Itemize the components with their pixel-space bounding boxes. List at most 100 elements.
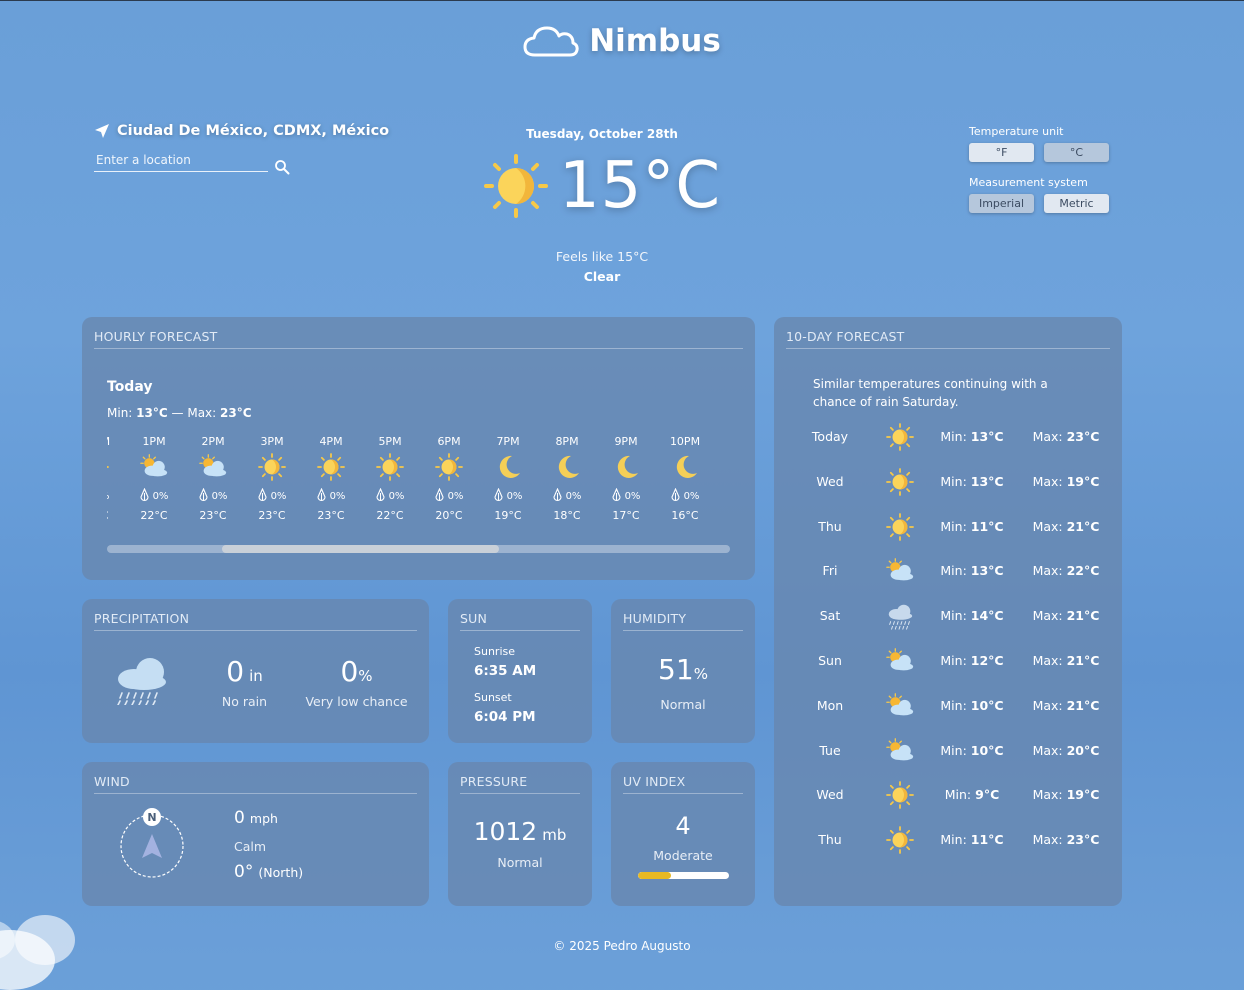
hourly-strip[interactable]: 12PM 0% 21°C 1PM 0% 22 — [107, 435, 730, 539]
hourly-min-label: Min: — [107, 406, 133, 420]
sun-icon — [884, 422, 916, 452]
pressure-card: PRESSURE 1012 mb Normal — [448, 762, 592, 906]
sunrise-time: 6:35 AM — [474, 663, 537, 679]
moon-icon — [542, 451, 592, 483]
humidity-label: Normal — [660, 697, 706, 712]
ten-day-forecast-card: 10-DAY FORECAST Similar temperatures con… — [774, 317, 1122, 906]
day-row: Mon Min: 10°C Max: 21°C — [774, 691, 1122, 721]
day-max-value: 22°C — [1066, 563, 1100, 579]
day-min-value: 10°C — [970, 697, 1004, 713]
location-arrow-icon[interactable] — [94, 123, 110, 139]
day-min-label: Min: — [944, 787, 972, 803]
hour-time: 5PM — [378, 435, 402, 448]
footer-copyright: © 2025 Pedro Augusto — [553, 939, 691, 953]
day-max-value: 23°C — [1066, 832, 1100, 848]
raindrop-icon — [435, 487, 444, 505]
raindrop-icon — [376, 487, 385, 505]
hour-time: 12PM — [107, 435, 120, 451]
current-temperature: 15°C — [558, 149, 722, 223]
rain-cloud-icon — [884, 601, 916, 631]
sun-icon — [884, 467, 916, 497]
location-search-input[interactable] — [94, 153, 268, 167]
hour-rain-chance: 0% — [306, 483, 356, 509]
day-max-label: Max: — [1032, 473, 1063, 489]
day-max: Max: 21°C — [1030, 608, 1102, 623]
hourly-scrollbar[interactable] — [107, 545, 730, 553]
day-min: Min: 13°C — [934, 563, 1010, 578]
hour-rain-value: 0% — [152, 490, 169, 502]
moon-icon — [483, 451, 533, 483]
celsius-button[interactable]: °C — [1044, 143, 1109, 162]
day-max-value: 21°C — [1066, 608, 1100, 624]
precipitation-amount: 0 — [226, 655, 245, 688]
hour-temp: 23°C — [199, 509, 227, 522]
uv-index-label: Moderate — [653, 848, 713, 863]
current-date: Tuesday, October 28th — [526, 127, 678, 141]
day-min-label: Min: — [940, 653, 967, 668]
day-max: Max: 20°C — [1030, 743, 1102, 758]
hour-column: 2PM 0% 23°C — [188, 435, 238, 527]
hourly-forecast-title: HOURLY FORECAST — [94, 329, 743, 349]
day-max: Max: 21°C — [1030, 653, 1102, 668]
hour-temp: 17°C — [612, 509, 640, 522]
sun-icon — [884, 825, 916, 855]
hour-rain-value: 0% — [388, 490, 405, 502]
pressure-title: PRESSURE — [460, 774, 580, 794]
raindrop-icon — [258, 487, 267, 505]
day-max-label: Max: — [1032, 832, 1063, 848]
wind-compass: N — [120, 808, 184, 878]
day-name: Today — [811, 429, 849, 444]
day-max: Max: 22°C — [1030, 563, 1102, 578]
hour-rain-chance: 0% — [601, 483, 651, 509]
hour-time: 7PM — [496, 435, 520, 448]
day-max-label: Max: — [1032, 742, 1063, 758]
hour-column: 9PM 0% 17°C — [601, 435, 651, 527]
cloud-logo-icon — [523, 26, 579, 57]
day-min: Min: 10°C — [934, 743, 1010, 758]
hour-time: 1PM — [142, 435, 166, 448]
hour-time: 4PM — [319, 435, 343, 448]
sun-icon — [884, 512, 916, 542]
hour-rain-chance: 0% — [107, 483, 120, 509]
imperial-button[interactable]: Imperial — [969, 194, 1034, 213]
hour-rain-value: 0% — [270, 490, 287, 502]
hourly-scrollbar-thumb[interactable] — [222, 545, 499, 553]
day-name: Thu — [818, 518, 842, 534]
precipitation-amount-label: No rain — [221, 694, 268, 709]
hourly-max-value: 23°C — [220, 406, 252, 420]
hour-rain-value: 0% — [211, 490, 228, 502]
moon-icon — [601, 451, 651, 483]
search-icon[interactable] — [274, 159, 290, 175]
humidity-title: HUMIDITY — [623, 611, 743, 631]
raindrop-icon — [199, 487, 208, 505]
location-panel: Ciudad De México, CDMX, México — [94, 123, 389, 175]
day-min-value: 12°C — [970, 653, 1004, 668]
metric-button[interactable]: Metric — [1044, 194, 1109, 213]
day-max-label: Max: — [1032, 608, 1063, 624]
day-max-label: Max: — [1032, 429, 1063, 444]
day-min-label: Min: — [940, 473, 967, 489]
sun-card: SUN Sunrise 6:35 AM Sunset 6:04 PM — [448, 599, 592, 743]
uv-index-value: 4 — [675, 812, 691, 840]
day-name: Mon — [816, 697, 844, 713]
hour-rain-value: 0% — [329, 490, 346, 502]
humidity-card: HUMIDITY 51% Normal — [611, 599, 755, 743]
day-min-value: 13°C — [970, 429, 1004, 444]
day-min-value: 13°C — [970, 473, 1004, 489]
hour-temp: 20°C — [435, 509, 463, 522]
sun-icon — [306, 451, 356, 483]
day-max: Max: 23°C — [1030, 832, 1102, 847]
sun-icon — [365, 451, 415, 483]
day-max-value: 20°C — [1066, 742, 1100, 758]
day-max: Max: 21°C — [1030, 519, 1102, 534]
uv-index-card: UV INDEX 4 Moderate — [611, 762, 755, 906]
hour-rain-value: 0% — [624, 490, 641, 502]
fahrenheit-button[interactable]: °F — [969, 143, 1034, 162]
day-min: Min: 10°C — [934, 698, 1010, 713]
location-search — [94, 149, 268, 172]
day-name: Wed — [816, 473, 844, 489]
hour-column: 7PM 0% 19°C — [483, 435, 533, 527]
day-min-value: 11°C — [970, 518, 1004, 534]
sunset-label: Sunset — [474, 691, 512, 704]
day-max-value: 19°C — [1066, 473, 1100, 489]
